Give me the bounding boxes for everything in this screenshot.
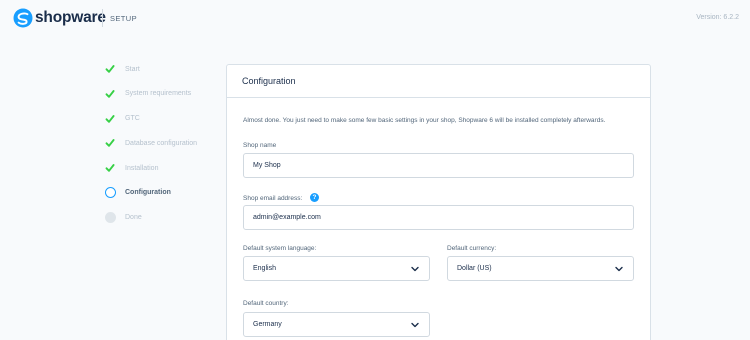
configuration-card: Configuration Almost done. You just need… xyxy=(226,64,651,340)
default-country-label: Default country: xyxy=(243,300,289,307)
step-system-requirements: System requirements xyxy=(104,88,197,100)
default-language-select[interactable]: English xyxy=(243,256,430,281)
pending-step-icon xyxy=(104,212,116,224)
check-icon xyxy=(104,137,116,149)
check-icon xyxy=(104,113,116,125)
step-database-configuration: Database configuration xyxy=(104,137,197,149)
active-step-icon xyxy=(104,187,116,199)
chevron-down-icon xyxy=(615,266,623,271)
help-icon[interactable]: ? xyxy=(310,193,319,202)
version-label: Version: 6.2.2 xyxy=(696,14,739,21)
step-label: Done xyxy=(125,214,142,222)
card-title: Configuration xyxy=(242,76,296,86)
step-configuration: Configuration xyxy=(104,187,197,199)
default-currency-label: Default currency: xyxy=(447,245,497,252)
intro-text: Almost done. You just need to make some … xyxy=(243,117,606,124)
shop-name-label: Shop name xyxy=(243,142,277,149)
logo-text: shopware xyxy=(35,9,106,26)
card-header: Configuration xyxy=(227,65,650,98)
step-label: Database configuration xyxy=(125,139,197,147)
default-country-value: Germany xyxy=(253,321,282,328)
step-done: Done xyxy=(104,212,197,224)
chevron-down-icon xyxy=(411,322,419,327)
check-icon xyxy=(104,63,116,75)
step-label: Start xyxy=(125,65,140,73)
step-installation: Installation xyxy=(104,162,197,174)
check-icon xyxy=(104,162,116,174)
default-country-select[interactable]: Germany xyxy=(243,312,430,337)
shop-email-input[interactable]: admin@example.com xyxy=(243,205,634,230)
default-language-value: English xyxy=(253,265,276,272)
step-gtc: GTC xyxy=(104,113,197,125)
shopware-logo: shopware xyxy=(13,8,106,28)
header-divider xyxy=(102,9,103,27)
check-icon xyxy=(104,88,116,100)
top-bar: shopware SETUP Version: 6.2.2 xyxy=(0,0,750,38)
chevron-down-icon xyxy=(411,266,419,271)
default-currency-value: Dollar (US) xyxy=(457,265,492,272)
default-currency-select[interactable]: Dollar (US) xyxy=(447,256,634,281)
step-label: Installation xyxy=(125,164,159,172)
default-language-label: Default system language: xyxy=(243,245,317,252)
step-start: Start xyxy=(104,63,197,75)
setup-label: SETUP xyxy=(110,14,138,23)
shop-name-input[interactable]: My Shop xyxy=(243,153,634,178)
shopware-logo-icon xyxy=(13,8,33,28)
step-label: GTC xyxy=(125,115,140,123)
shop-email-label: Shop email address: xyxy=(243,195,303,202)
setup-steps: Start System requirements GTC Database c… xyxy=(104,63,197,237)
step-label: System requirements xyxy=(125,90,192,98)
step-label: Configuration xyxy=(125,189,171,197)
